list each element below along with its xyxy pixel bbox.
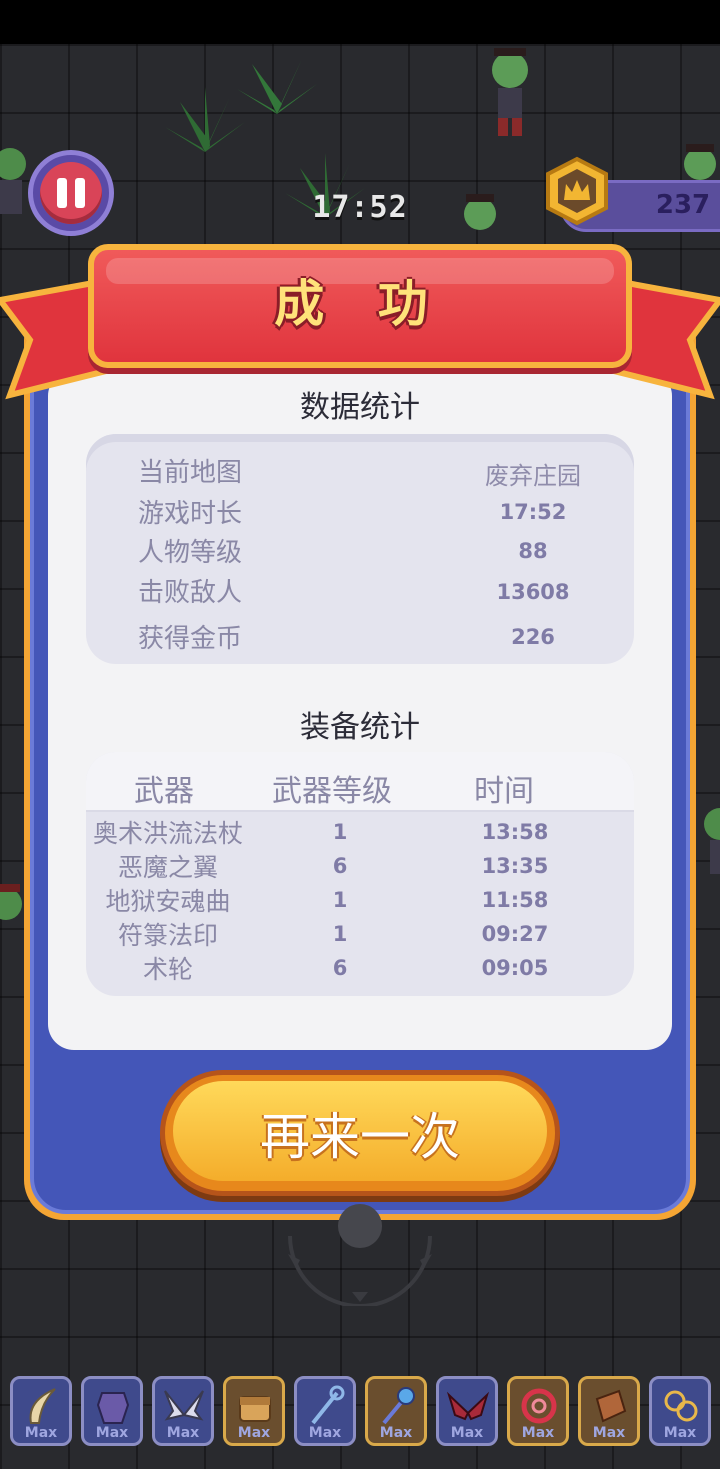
- inventory-slot[interactable]: Max: [649, 1376, 711, 1446]
- inventory-slot[interactable]: Max: [365, 1376, 427, 1446]
- max-label: Max: [24, 1425, 58, 1441]
- equip-level: 6: [332, 854, 348, 878]
- equip-name: 符箓法印: [117, 921, 218, 950]
- zombie-enemy: [492, 48, 528, 136]
- equip-level: 6: [332, 956, 348, 980]
- equip-name: 奥术洪流法杖: [92, 819, 243, 848]
- stat-value-level: 88: [518, 539, 548, 563]
- equip-level: 1: [332, 922, 348, 946]
- stat-value-kills: 13608: [496, 580, 570, 604]
- equip-level: 1: [332, 820, 348, 844]
- max-label: Max: [592, 1425, 626, 1441]
- staff-icon: [311, 1385, 345, 1425]
- max-label: Max: [663, 1425, 697, 1441]
- max-label: Max: [95, 1425, 129, 1441]
- header-weapon: 武器: [134, 774, 194, 809]
- equipment-table-header: 武器 武器等级 时间: [86, 752, 634, 812]
- stat-label-map: 当前地图: [138, 458, 243, 488]
- inventory-slot[interactable]: Max: [10, 1376, 72, 1446]
- equip-time: 09:05: [481, 956, 549, 980]
- ring-icon: [521, 1388, 557, 1424]
- equip-time: 13:58: [481, 820, 549, 844]
- stat-label-kills: 击败敌人: [138, 578, 243, 608]
- stat-label-gold: 获得金币: [138, 624, 243, 654]
- max-label: Max: [521, 1425, 555, 1441]
- header-weapon-level: 武器等级: [272, 774, 392, 809]
- wings-icon: [164, 1390, 204, 1421]
- equip-name: 地狱安魂曲: [105, 887, 231, 916]
- max-label: Max: [379, 1425, 413, 1441]
- equip-name: 恶魔之翼: [117, 853, 218, 882]
- max-label: Max: [308, 1425, 342, 1441]
- equip-time: 13:35: [481, 854, 549, 878]
- inventory-slot[interactable]: Max: [507, 1376, 569, 1446]
- result-title: 成 功: [274, 274, 446, 333]
- plant-decoration: [237, 59, 317, 114]
- scroll-icon: [595, 1389, 627, 1423]
- coin-value: 237: [655, 190, 711, 220]
- inventory-slot[interactable]: Max: [436, 1376, 498, 1446]
- equip-time: 09:27: [481, 922, 549, 946]
- equip-time: 11:58: [481, 888, 549, 912]
- retry-button[interactable]: 再来一次: [160, 1070, 560, 1196]
- joystick-icon[interactable]: [280, 1196, 440, 1306]
- armor-icon: [96, 1392, 130, 1424]
- stats-section-title: 数据统计: [300, 390, 420, 425]
- pause-icon: [40, 162, 102, 224]
- stat-value-gold: 226: [511, 625, 555, 649]
- max-label: Max: [237, 1425, 271, 1441]
- retry-label: 再来一次: [260, 1108, 460, 1166]
- inventory-slot[interactable]: Max: [152, 1376, 214, 1446]
- stat-label-level: 人物等级: [138, 538, 243, 568]
- max-label: Max: [166, 1425, 200, 1441]
- status-bar: [0, 0, 720, 44]
- inventory-slot[interactable]: Max: [294, 1376, 356, 1446]
- claw-icon: [29, 1388, 56, 1424]
- inventory-slot[interactable]: Max: [578, 1376, 640, 1446]
- demon-wings-icon: [447, 1391, 489, 1421]
- equip-section-title: 装备统计: [300, 710, 420, 745]
- crown-coin-icon: [542, 156, 612, 226]
- stat-label-duration: 游戏时长: [138, 499, 243, 529]
- stat-value-map: 废弃庄园: [485, 462, 581, 490]
- pause-button[interactable]: [28, 150, 114, 236]
- chest-icon: [239, 1396, 271, 1422]
- game-timer: 17:52: [312, 190, 408, 225]
- wand-icon: [382, 1387, 415, 1425]
- equip-name: 术轮: [142, 955, 193, 984]
- max-label: Max: [450, 1425, 484, 1441]
- inventory-slot[interactable]: Max: [81, 1376, 143, 1446]
- chain-icon: [664, 1390, 698, 1422]
- inventory-slot[interactable]: Max: [223, 1376, 285, 1446]
- header-time: 时间: [474, 774, 534, 809]
- stat-value-duration: 17:52: [499, 500, 567, 524]
- equip-level: 1: [332, 888, 348, 912]
